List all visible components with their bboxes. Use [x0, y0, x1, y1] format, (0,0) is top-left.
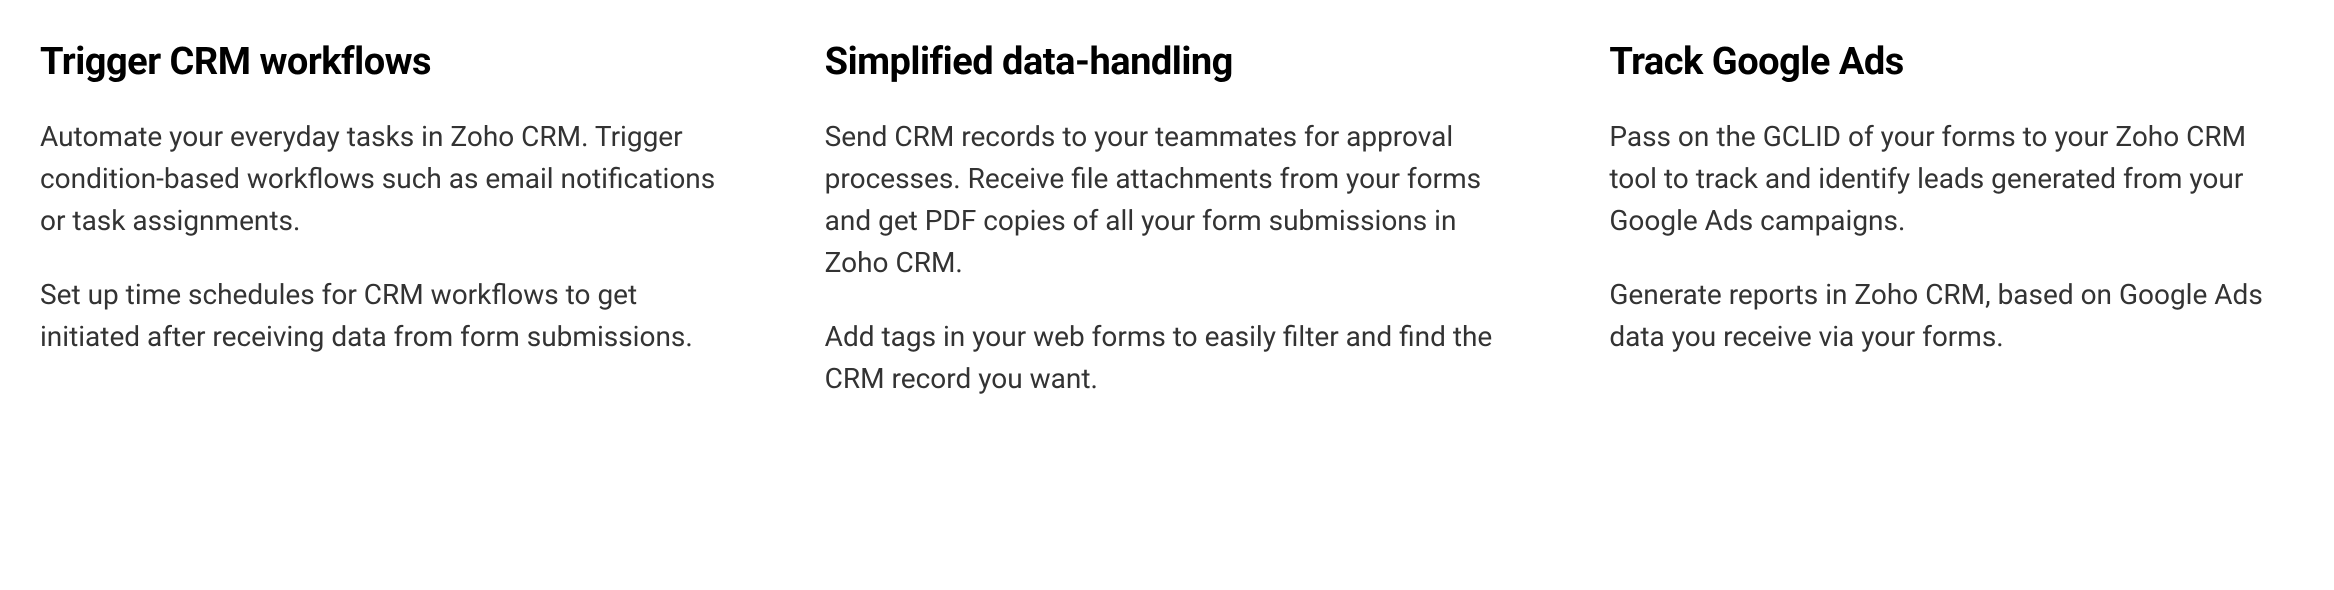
feature-paragraph: Send CRM records to your teammates for a…	[825, 116, 1510, 284]
feature-paragraph: Add tags in your web forms to easily fil…	[825, 316, 1510, 400]
feature-paragraph: Generate reports in Zoho CRM, based on G…	[1609, 274, 2294, 358]
features-container: Trigger CRM workflows Automate your ever…	[40, 40, 2294, 400]
feature-heading: Trigger CRM workflows	[40, 40, 725, 84]
feature-paragraph: Automate your everyday tasks in Zoho CRM…	[40, 116, 725, 242]
feature-paragraph: Pass on the GCLID of your forms to your …	[1609, 116, 2294, 242]
feature-heading: Track Google Ads	[1609, 40, 2294, 84]
feature-column-simplified-data: Simplified data-handling Send CRM record…	[825, 40, 1510, 400]
feature-paragraph: Set up time schedules for CRM workflows …	[40, 274, 725, 358]
feature-heading: Simplified data-handling	[825, 40, 1510, 84]
feature-column-track-google-ads: Track Google Ads Pass on the GCLID of yo…	[1609, 40, 2294, 400]
feature-column-trigger-crm: Trigger CRM workflows Automate your ever…	[40, 40, 725, 400]
